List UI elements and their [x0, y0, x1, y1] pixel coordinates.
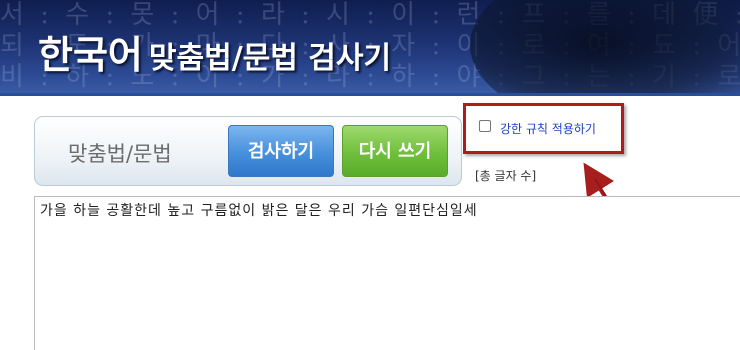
banner-silhouette: [470, 0, 740, 93]
page-title-main: 한국어: [38, 33, 143, 77]
page-title: 한국어 맞춤법/문법 검사기: [38, 24, 391, 79]
check-button[interactable]: 검사하기: [228, 125, 334, 177]
input-text[interactable]: 가을 하늘 공활한데 높고 구름없이 밝은 달은 우리 가슴 일편단심일세: [40, 200, 478, 220]
reset-button[interactable]: 다시 쓰기: [342, 125, 448, 177]
header-divider: [0, 93, 740, 96]
header-banner: 서 : 수 : 못 : 어 : 라 : 시 : 이 : 런 : 프 : 를 : …: [0, 0, 740, 93]
toolbar-label: 맞춤법/문법: [68, 142, 172, 166]
page-title-sub: 맞춤법/문법 검사기: [148, 41, 392, 76]
strict-rules-label[interactable]: 강한 규칙 적용하기: [500, 120, 596, 137]
character-count: [총 글자 수]: [475, 169, 537, 183]
strict-rules-checkbox[interactable]: [479, 120, 491, 132]
